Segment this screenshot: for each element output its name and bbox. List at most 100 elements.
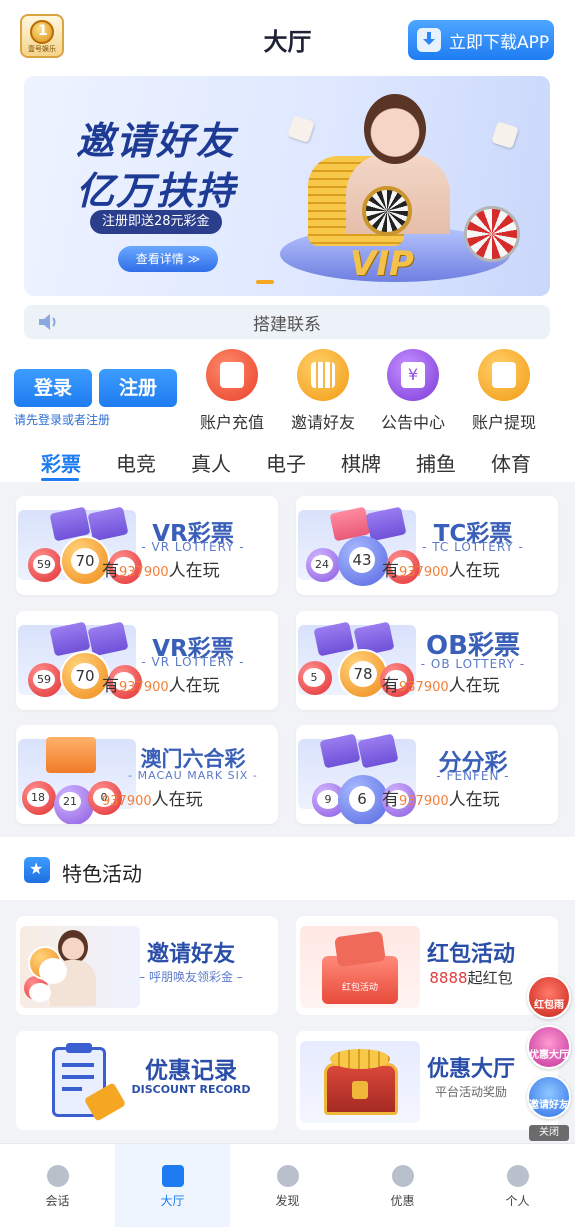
game-subtitle: - OB LOTTERY -	[420, 657, 526, 671]
quick-action-recharge[interactable]: 账户充值	[186, 349, 278, 433]
active-tab-indicator	[41, 478, 79, 481]
activity-invite-friends[interactable]: 邀请好友 – 呼朋唤友领彩金 –	[16, 916, 278, 1015]
notice-bar[interactable]: 搭建联系	[24, 305, 550, 339]
banner-headline-2: 亿万扶持	[76, 169, 237, 213]
float-ad-label: 邀请好友	[529, 1100, 569, 1111]
float-ad-label: 红包雨	[534, 1000, 564, 1011]
game-players: 有937900人在玩	[102, 676, 220, 696]
speaker-icon	[39, 314, 56, 330]
banner-detail-button[interactable]: 查看详情 ≫	[118, 246, 218, 272]
tab-esports[interactable]: 电竞	[116, 448, 156, 477]
game-subtitle: - TC LOTTERY -	[422, 540, 524, 554]
activity-discount-record[interactable]: 优惠记录 DISCOUNT RECORD	[16, 1031, 278, 1130]
dice-icon	[287, 115, 315, 143]
banner-pagination-dot[interactable]	[256, 280, 274, 284]
game-card-macau-mark-six[interactable]: 澳门六合彩 - MACAU MARK SIX - 有937900人在玩	[16, 725, 278, 824]
activity-art	[20, 1041, 140, 1123]
activity-art	[300, 1041, 420, 1123]
activities-grid: 邀请好友 – 呼朋唤友领彩金 – 红包活动 红包活动 8888起红包 优惠记录 …	[0, 900, 575, 1143]
tab-slots[interactable]: 电子	[266, 448, 306, 477]
float-ad-label: 优惠大厅	[529, 1050, 569, 1061]
activity-subtitle: 8888起红包	[429, 969, 513, 987]
float-ads-close-button[interactable]: 关闭	[529, 1125, 569, 1141]
game-players: 有937900人在玩	[102, 561, 220, 581]
tab-fishing[interactable]: 捕鱼	[416, 448, 456, 477]
nav-item-chat[interactable]: 会话	[0, 1144, 115, 1227]
top-header: 壹号娱乐 大厅 立即下载APP	[0, 0, 575, 76]
activities-header: 特色活动	[0, 837, 575, 900]
quick-action-label: 账户提现	[471, 413, 536, 432]
float-ad-promo-hall[interactable]: 优惠大厅	[527, 1025, 571, 1069]
banner-model-head	[364, 94, 426, 164]
game-subtitle: - FENFEN -	[436, 769, 510, 783]
login-hint: 请先登录或者注册	[14, 413, 111, 427]
nav-label: 大厅	[160, 1194, 185, 1208]
quick-action-label: 公告中心	[380, 413, 445, 432]
tab-live[interactable]: 真人	[191, 448, 231, 477]
nav-label: 发现	[275, 1194, 300, 1208]
activity-art: 红包活动	[300, 926, 420, 1008]
login-button[interactable]: 登录	[14, 369, 92, 407]
float-ad-red-rain[interactable]: 红包雨	[527, 975, 571, 1019]
red-packet-badge: 红包活动	[341, 983, 378, 993]
tab-sports[interactable]: 体育	[491, 448, 531, 477]
game-card-vr-lottery-2[interactable]: VR彩票 - VR LOTTERY - 有937900人在玩	[16, 611, 278, 710]
game-card-fenfen[interactable]: 分分彩 - FENFEN - 有937900人在玩	[296, 725, 558, 824]
activity-red-packet[interactable]: 红包活动 红包活动 8888起红包	[296, 916, 558, 1015]
download-app-button[interactable]: 立即下载APP	[408, 20, 554, 60]
promo-banner[interactable]: 邀请好友 亿万扶持 注册即送28元彩金 查看详情 ≫ VIP	[24, 76, 550, 296]
activity-promo-hall[interactable]: 优惠大厅 平台活动奖励	[296, 1031, 558, 1130]
banner-subline: 注册即送28元彩金	[90, 210, 222, 234]
game-subtitle: - VR LOTTERY -	[141, 655, 245, 669]
register-button[interactable]: 注册	[99, 369, 177, 407]
banner-section: 邀请好友 亿万扶持 注册即送28元彩金 查看详情 ≫ VIP	[0, 76, 575, 316]
activity-art	[20, 926, 140, 1008]
float-ad-invite[interactable]: 邀请好友	[527, 1075, 571, 1119]
quick-action-invite[interactable]: 邀请好友	[277, 349, 369, 433]
nav-item-profile[interactable]: 个人	[460, 1144, 575, 1227]
nav-item-discover[interactable]: 发现	[230, 1144, 345, 1227]
game-players: 有937900人在玩	[382, 561, 500, 581]
floating-ads: 红包雨 优惠大厅 邀请好友 关闭	[527, 975, 571, 1141]
game-card-vr-lottery[interactable]: VR彩票 - VR LOTTERY - 有937900人在玩	[16, 496, 278, 595]
download-app-label: 立即下载APP	[449, 32, 550, 53]
activity-title: 邀请好友	[146, 942, 235, 967]
bottom-nav: 会话 大厅 发现 优惠 个人	[0, 1143, 575, 1227]
game-players: 有937900人在玩	[382, 676, 500, 696]
nav-label: 会话	[45, 1194, 70, 1208]
download-icon	[417, 28, 441, 52]
notice-text: 搭建联系	[253, 314, 321, 335]
chat-icon	[46, 1165, 69, 1187]
quick-action-notice[interactable]: ¥ 公告中心	[367, 349, 459, 433]
tab-lottery[interactable]: 彩票	[41, 448, 81, 477]
game-players: 有937900人在玩	[102, 790, 203, 810]
activity-title: 优惠大厅	[426, 1057, 515, 1082]
game-category-tabs: 彩票 电竞 真人 电子 棋牌 捕鱼 体育	[0, 436, 575, 482]
star-icon	[24, 857, 50, 883]
user-icon	[506, 1165, 529, 1187]
withdraw-icon	[478, 349, 530, 401]
quick-action-label: 邀请好友	[290, 413, 355, 432]
game-card-tc-lottery[interactable]: TC彩票 - TC LOTTERY - 有937900人在玩	[296, 496, 558, 595]
qrcode-icon	[297, 349, 349, 401]
tab-chess[interactable]: 棋牌	[341, 448, 381, 477]
game-players: 有937900人在玩	[382, 790, 500, 810]
game-subtitle: - VR LOTTERY -	[141, 540, 245, 554]
activity-title: 优惠记录	[145, 1058, 237, 1084]
notice-icon: ¥	[387, 349, 439, 401]
quick-action-withdraw[interactable]: 账户提现	[458, 349, 550, 433]
game-subtitle: - MACAU MARK SIX -	[128, 769, 258, 782]
nav-item-promotions[interactable]: 优惠	[345, 1144, 460, 1227]
banner-vip-text: VIP	[350, 244, 414, 284]
nav-item-lobby[interactable]: 大厅	[115, 1144, 230, 1227]
dice-icon	[491, 121, 519, 149]
compass-icon	[276, 1165, 299, 1187]
banner-poker-chip	[362, 186, 412, 236]
lottery-game-grid: VR彩票 - VR LOTTERY - 有937900人在玩 TC彩票 - TC…	[0, 482, 575, 837]
activity-title: 红包活动	[426, 942, 515, 967]
activity-subtitle: 平台活动奖励	[434, 1085, 507, 1099]
recharge-icon	[206, 349, 258, 401]
game-card-ob-lottery[interactable]: OB彩票 - OB LOTTERY - 有937900人在玩	[296, 611, 558, 710]
activity-subtitle: DISCOUNT RECORD	[131, 1083, 251, 1096]
banner-roulette	[464, 206, 520, 262]
